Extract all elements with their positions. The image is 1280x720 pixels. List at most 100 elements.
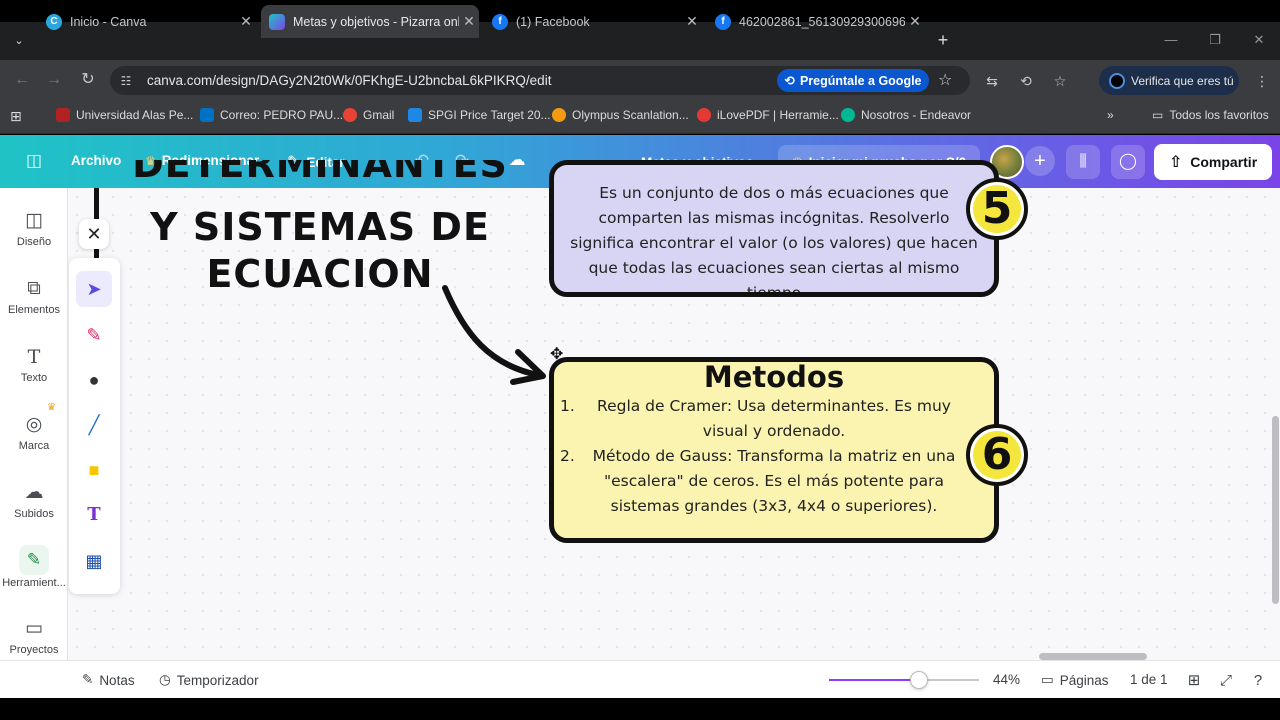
tab-title: 462002861_561309293006961_ [739, 14, 905, 29]
bookmark-label: Gmail [363, 108, 395, 122]
curved-arrow[interactable] [430, 280, 560, 390]
close-tab-icon[interactable]: ✕ [236, 13, 256, 30]
bookmark-label: Olympus Scanlation... [572, 108, 689, 122]
browser-tab-inicio-canva[interactable]: C Inicio - Canva ✕ [38, 5, 256, 38]
layout-icon: ◫ [25, 210, 43, 231]
help-icon[interactable]: ? [1247, 670, 1269, 692]
archivo-menu[interactable]: Archivo [71, 153, 121, 168]
browser-tab-facebook-image[interactable]: f 462002861_561309293006961_ ✕ [707, 5, 925, 38]
bookmark-endeavor[interactable]: Nosotros - Endeavor [841, 108, 971, 122]
forward-arrow-icon[interactable]: → [44, 70, 64, 90]
title-line-1-text: DETERMINANTES [132, 160, 508, 186]
sidebar-item-label: Subidos [14, 508, 54, 520]
bookmark-olympus[interactable]: Olympus Scanlation... [552, 108, 689, 122]
zoom-slider-handle[interactable] [910, 671, 928, 689]
notes-button[interactable]: ✎ Notas [82, 672, 135, 688]
bookmark-label: iLovePDF | Herramie... [717, 108, 839, 122]
sidebar-item-proyectos[interactable]: ▭ Proyectos [0, 616, 68, 656]
verify-account-button[interactable]: Verifica que eres tú [1099, 66, 1239, 95]
zoom-level[interactable]: 44% [993, 672, 1020, 687]
close-tab-icon[interactable]: ✕ [905, 13, 925, 30]
card5-text: Es un conjunto de dos o más ecuaciones q… [554, 181, 994, 292]
insights-chart-icon[interactable]: ⫼ [1066, 145, 1100, 179]
text-tool-icon[interactable]: T [76, 497, 112, 533]
translate-icon[interactable]: ⇆ [982, 71, 1002, 91]
ask-google-button[interactable]: ⟲ Pregúntale a Google [777, 69, 929, 92]
number-badge-6[interactable]: 6 [966, 424, 1028, 486]
comment-icon[interactable]: ◯ [1111, 145, 1145, 179]
page-count[interactable]: 1 de 1 [1130, 672, 1168, 687]
letterbox-bottom [0, 698, 1280, 720]
bookmark-star-icon[interactable]: ☆ [938, 70, 952, 90]
add-collaborator-plus-icon[interactable]: + [1025, 146, 1055, 176]
shapes-tool-icon[interactable]: ● [76, 362, 112, 398]
horizontal-scrollbar[interactable] [1039, 653, 1147, 660]
grid-view-icon[interactable]: ⊞ [1183, 670, 1205, 692]
outlook-icon [200, 108, 214, 122]
bookmark-correo[interactable]: Correo: PEDRO PAU... [200, 108, 343, 122]
sidebar-toggle-icon[interactable]: ◫ [24, 151, 44, 171]
sidebar-item-label: Diseño [16, 236, 52, 248]
method-line: Método de Gauss: Transforma la matriz en… [592, 447, 956, 465]
pages-button[interactable]: ▭ Páginas [1041, 672, 1109, 688]
browser-tab-facebook[interactable]: f (1) Facebook ✕ [484, 5, 702, 38]
board-title-line-2[interactable]: Y SISTEMAS DE [130, 205, 510, 249]
sidebar-item-elementos[interactable]: ⧉ Elementos [0, 276, 68, 316]
method-2-text: Método de Gauss: Transforma la matriz en… [582, 444, 966, 519]
bookmark-spgi[interactable]: SPGI Price Target 20... [408, 108, 551, 122]
sidebar-item-marca[interactable]: ◎ Marca [0, 412, 68, 452]
tools-icon: ✎ [19, 545, 49, 575]
draw-pen-icon[interactable]: ✎ [76, 317, 112, 353]
close-tab-icon[interactable]: ✕ [682, 13, 702, 30]
bookmark-universidad[interactable]: Universidad Alas Pe... [56, 108, 193, 122]
vertical-scrollbar[interactable] [1272, 416, 1279, 604]
tools-icon-wrap: ✎ [0, 545, 68, 575]
sidebar-item-diseno[interactable]: ◫ Diseño [0, 208, 68, 248]
close-window-icon[interactable]: ✕ [1248, 30, 1270, 50]
share-button[interactable]: ⇧ Compartir [1154, 144, 1272, 180]
sticky-note-icon[interactable]: ■ [76, 452, 112, 488]
site-settings-icon[interactable]: ☷ [118, 73, 134, 89]
heart-icon [697, 108, 711, 122]
table-tool-icon[interactable]: ▦ [76, 543, 112, 579]
share-upload-icon: ⇧ [1168, 154, 1183, 171]
sidebar-item-label: Herramient... [2, 577, 66, 589]
bookmark-ilovepdf[interactable]: iLovePDF | Herramie... [697, 108, 839, 122]
line-tool-icon[interactable]: ╱ [76, 407, 112, 443]
cloud-upload-icon: ☁ [24, 482, 44, 503]
close-tools-panel-icon[interactable]: ✕ [79, 219, 109, 249]
board-title-line-1[interactable]: DETERMINANTES [130, 160, 510, 200]
sidebar-item-subidos[interactable]: ☁ Subidos [0, 480, 68, 520]
timer-button[interactable]: ◷ Temporizador [159, 672, 259, 688]
bookmark-gmail[interactable]: Gmail [343, 108, 394, 122]
bookmark-label: Nosotros - Endeavor [861, 108, 972, 122]
google-icon [343, 108, 357, 122]
apps-grid-icon[interactable]: ⊞ [10, 108, 22, 125]
method-1-number: 1. [560, 397, 575, 415]
minimize-window-icon[interactable]: — [1160, 30, 1182, 50]
browser-menu-icon[interactable]: ⋮ [1252, 71, 1272, 91]
browser-tab-metas-objetivos[interactable]: Metas y objetivos - Pizarra onli ✕ [261, 5, 479, 38]
chart-icon [408, 108, 422, 122]
new-tab-plus-icon[interactable]: + [932, 29, 954, 51]
number-badge-5[interactable]: 5 [966, 178, 1028, 240]
timer-icon: ◷ [159, 672, 171, 687]
all-favorites-folder[interactable]: ▭ Todos los favoritos [1152, 108, 1269, 122]
tab-search-chevron-icon[interactable]: ⌄ [8, 30, 30, 52]
bookmark-label: SPGI Price Target 20... [428, 108, 551, 122]
method-2-number: 2. [560, 447, 575, 465]
select-pointer-icon[interactable]: ➤ [76, 271, 112, 307]
fullscreen-icon[interactable]: ⤢ [1215, 670, 1237, 692]
sidebar-item-texto[interactable]: T Texto [0, 344, 68, 384]
favorites-icon[interactable]: ☆ [1050, 71, 1070, 91]
text-icon: T [27, 346, 41, 368]
url-text[interactable]: canva.com/design/DAGy2N2t0Wk/0FKhgE-U2bn… [147, 73, 551, 88]
history-icon[interactable]: ⟲ [1016, 71, 1036, 91]
back-arrow-icon[interactable]: ← [12, 70, 32, 90]
close-tab-icon[interactable]: ✕ [459, 13, 479, 30]
sidebar-item-herramientas[interactable]: ✎ Herramient... [0, 545, 68, 589]
reload-icon[interactable]: ↻ [78, 70, 98, 90]
restore-window-icon[interactable]: ❐ [1204, 30, 1226, 50]
all-favorites-label: Todos los favoritos [1169, 108, 1269, 122]
more-bookmarks-chevron-icon[interactable]: » [1107, 108, 1114, 122]
